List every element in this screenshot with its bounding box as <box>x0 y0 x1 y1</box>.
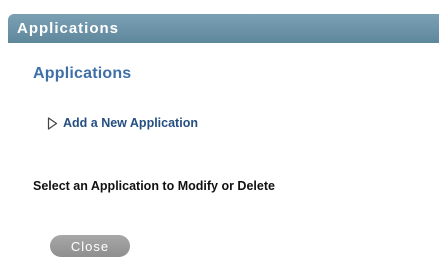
section-title: Applications <box>33 65 132 82</box>
header-bar: Applications <box>8 14 439 43</box>
applications-page: Applications Applications Add a New Appl… <box>0 0 439 259</box>
close-button[interactable]: Close <box>50 235 130 257</box>
header-title: Applications <box>17 20 120 37</box>
triangle-right-icon <box>47 117 58 130</box>
add-new-application-link[interactable]: Add a New Application <box>47 117 198 130</box>
select-application-label: Select an Application to Modify or Delet… <box>33 179 275 193</box>
add-new-application-label: Add a New Application <box>63 116 198 131</box>
